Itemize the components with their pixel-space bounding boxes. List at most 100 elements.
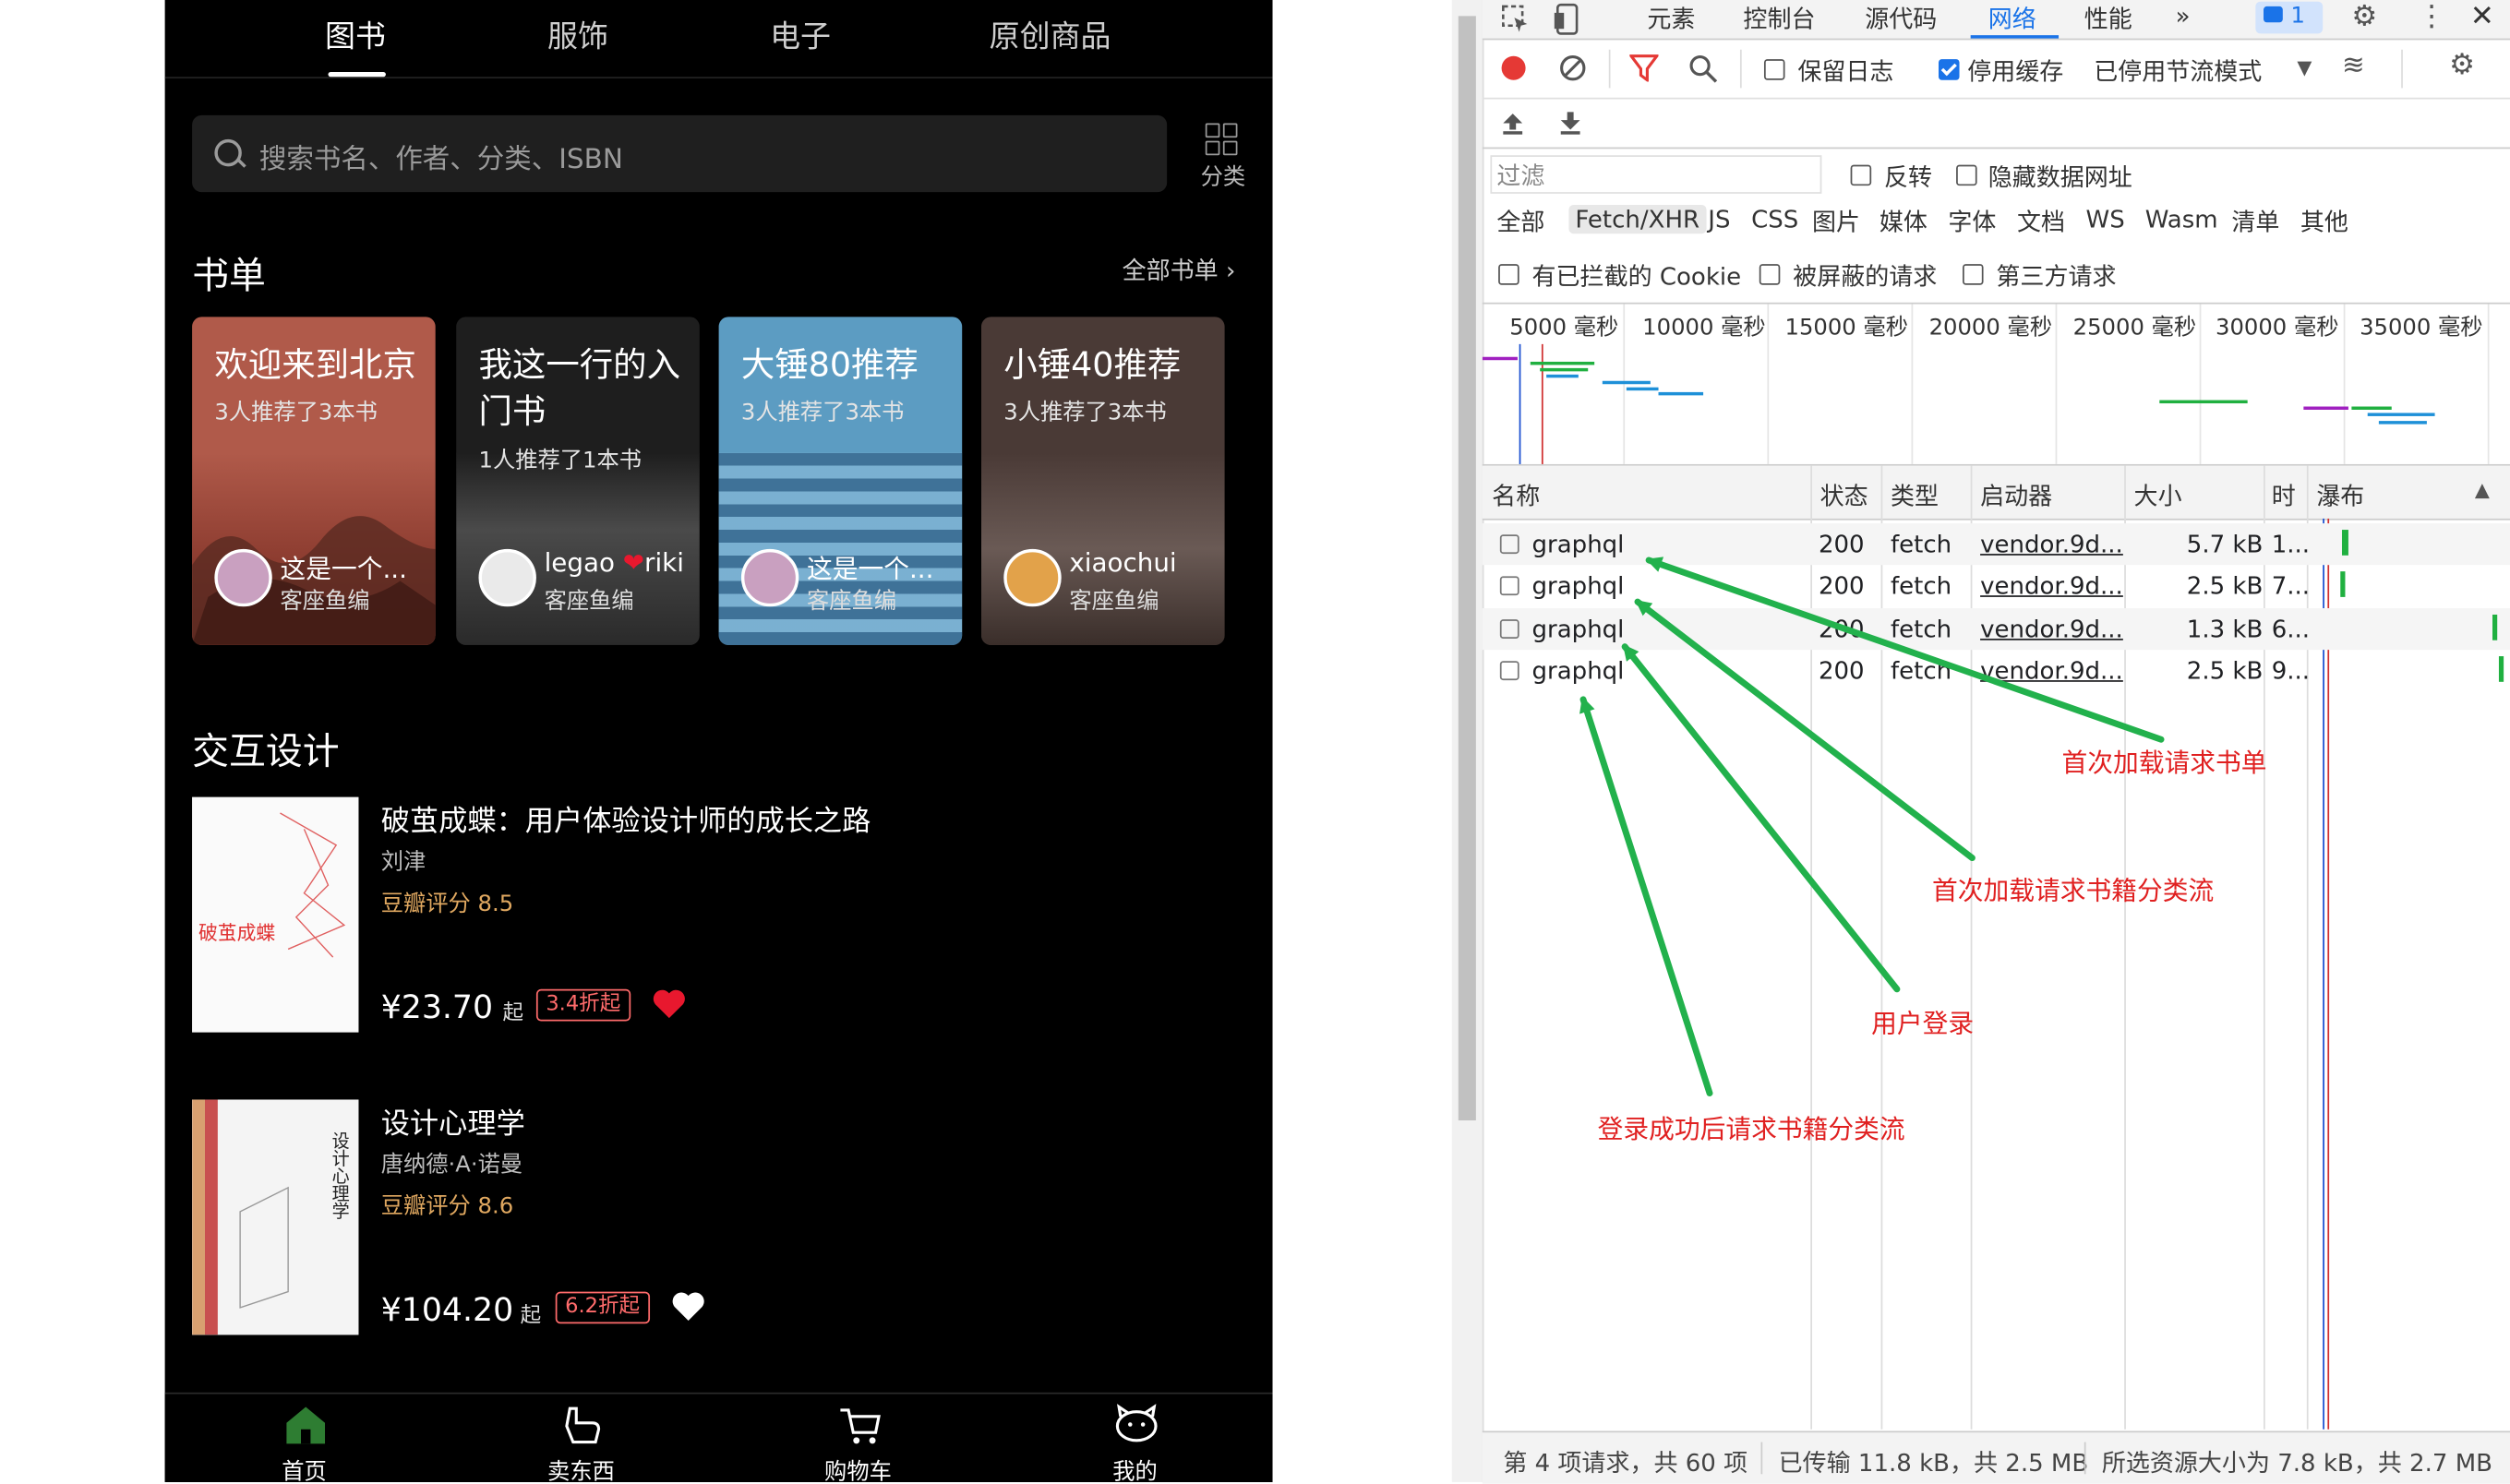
booklist-card[interactable]: 大锤80推荐 3人推荐了3本书 这是一个... 客座鱼编 — [718, 317, 963, 645]
message-icon — [2264, 6, 2283, 23]
search-input[interactable]: 搜索书名、作者、分类、ISBN — [192, 114, 1168, 193]
book-rating: 豆瓣评分 8.5 — [380, 892, 514, 917]
filter-icon[interactable] — [1629, 54, 1659, 82]
chevron-down-icon[interactable]: ▼ — [2297, 56, 2312, 78]
search-icon[interactable] — [1688, 54, 1718, 83]
category-grid-icon[interactable] — [1205, 123, 1238, 156]
type-font[interactable]: 字体 — [1948, 205, 1996, 238]
col-type[interactable]: 类型 — [1891, 479, 1939, 512]
col-time[interactable]: 时 — [2272, 479, 2296, 512]
col-name[interactable]: 名称 — [1492, 479, 1540, 512]
tab-elements[interactable]: 元素 — [1647, 2, 1695, 35]
booklist-card[interactable]: 我这一行的入门书 1人推荐了1本书 legao ❤riki 客座鱼编 — [456, 317, 700, 645]
tab-original[interactable]: 原创商品 — [990, 13, 1111, 56]
timeline-tick: 20000 毫秒 — [1928, 315, 2053, 341]
throttling-select[interactable]: 已停用节流模式 — [2094, 54, 2262, 88]
type-wasm[interactable]: Wasm — [2145, 205, 2218, 233]
type-doc[interactable]: 文档 — [2017, 205, 2065, 238]
page-scrollbar[interactable] — [1451, 0, 1484, 1482]
book-title[interactable]: 设计心理学 — [381, 1101, 525, 1143]
type-js[interactable]: JS — [1708, 205, 1730, 233]
table-row[interactable]: graphql 200 fetch vendor.9d... 1.3 kB 6.… — [1482, 608, 2510, 651]
card-subtitle: 1人推荐了1本书 — [478, 448, 643, 474]
card-role: 客座鱼编 — [544, 589, 634, 615]
network-settings-gear-icon[interactable]: ⚙ — [2449, 48, 2475, 81]
timeline-tick: 5000 毫秒 — [1509, 315, 1619, 341]
book-cover[interactable]: 设计心理学 — [192, 1099, 359, 1335]
nav-sell[interactable]: 卖东西 — [517, 1394, 645, 1482]
network-toolbar: 保留日志 停用缓存 已停用节流模式 ▼ ≋ ⚙ — [1482, 40, 2510, 100]
timeline-overview[interactable]: 5000 毫秒 10000 毫秒 15000 毫秒 20000 毫秒 25000… — [1482, 304, 2510, 466]
table-row[interactable]: graphql 200 fetch vendor.9d... 2.5 kB 9.… — [1483, 650, 2510, 691]
tab-network[interactable]: 网络 — [1988, 2, 2036, 35]
network-conditions-icon[interactable]: ≋ — [2342, 50, 2365, 82]
filter-input[interactable]: 过滤 — [1490, 155, 1822, 194]
all-booklists-link[interactable]: 全部书单 › — [1123, 253, 1236, 286]
type-fetch-xhr[interactable]: Fetch/XHR — [1568, 204, 1707, 234]
booklist-card[interactable]: 小锤40推荐 3人推荐了3本书 xiaochui 客座鱼编 — [981, 317, 1225, 645]
type-ws[interactable]: WS — [2086, 205, 2125, 233]
more-tabs-button[interactable]: » — [2176, 2, 2191, 30]
record-icon[interactable] — [1501, 55, 1526, 80]
import-export-toolbar — [1482, 100, 2510, 150]
col-size[interactable]: 大小 — [2134, 479, 2182, 512]
timeline-tick: 10000 毫秒 — [1642, 315, 1766, 341]
disable-cache-checkbox[interactable] — [1938, 59, 1960, 80]
type-media[interactable]: 媒体 — [1879, 205, 1928, 238]
nav-home[interactable]: 首页 — [240, 1394, 368, 1482]
tab-clothing[interactable]: 服饰 — [547, 13, 608, 56]
type-all[interactable]: 全部 — [1496, 205, 1544, 238]
import-har-icon[interactable] — [1500, 111, 1526, 137]
nav-label: 购物车 — [824, 1459, 892, 1482]
blocked-cookies-checkbox[interactable] — [1498, 264, 1519, 285]
book-price: ¥23.70 — [380, 987, 494, 1026]
kebab-menu-icon[interactable]: ⋮ — [2417, 0, 2445, 33]
card-role: 客座鱼编 — [280, 589, 370, 615]
gear-icon[interactable]: ⚙ — [2351, 0, 2377, 33]
type-manifest[interactable]: 清单 — [2231, 205, 2279, 238]
col-initiator[interactable]: 启动器 — [1980, 479, 2052, 512]
tab-performance[interactable]: 性能 — [2084, 2, 2132, 35]
heart-filled-icon[interactable] — [652, 987, 687, 1020]
invert-checkbox[interactable] — [1850, 164, 1872, 186]
book-cover[interactable]: 破茧成蝶 — [192, 796, 359, 1033]
inspect-element-icon[interactable] — [1502, 5, 1531, 33]
close-icon[interactable]: ✕ — [2470, 0, 2494, 33]
col-status[interactable]: 状态 — [1820, 479, 1868, 512]
type-css[interactable]: CSS — [1751, 205, 1798, 233]
book-title[interactable]: 破茧成蝶：用户体验设计师的成长之路 — [381, 798, 871, 840]
price-from-label: 起 — [520, 1304, 542, 1329]
tab-books[interactable]: 图书 — [325, 13, 386, 56]
col-waterfall[interactable]: 瀑布 — [2316, 479, 2364, 512]
third-party-checkbox[interactable] — [1963, 264, 1984, 285]
card-title: 小锤40推荐 — [1003, 345, 1182, 385]
table-row[interactable]: graphql 200 fetch vendor.9d... 5.7 kB 1.… — [1482, 523, 2510, 566]
table-row[interactable]: graphql 200 fetch vendor.9d... 2.5 kB 7.… — [1483, 565, 2510, 606]
tab-console[interactable]: 控制台 — [1743, 2, 1815, 35]
active-tab-indicator — [328, 72, 386, 78]
timeline-tick: 30000 毫秒 — [2215, 315, 2339, 341]
issues-badge[interactable]: 1 — [2255, 1, 2324, 34]
nav-cart[interactable]: 购物车 — [794, 1394, 922, 1482]
type-other[interactable]: 其他 — [2300, 205, 2348, 238]
card-title: 我这一行的入门书 — [478, 345, 680, 431]
booklist-card[interactable]: 欢迎来到北京 3人推荐了3本书 这是一个... 客座鱼编 — [192, 317, 436, 645]
nav-profile[interactable]: 我的 — [1071, 1394, 1199, 1482]
category-label[interactable]: 分类 — [1201, 160, 1246, 192]
type-img[interactable]: 图片 — [1812, 205, 1860, 238]
tab-electronics[interactable]: 电子 — [770, 13, 831, 56]
device-toolbar-icon[interactable] — [1553, 3, 1581, 35]
preserve-log-checkbox[interactable] — [1763, 59, 1785, 80]
card-role: 客座鱼编 — [806, 589, 897, 615]
request-count: 第 4 项请求，共 60 项 — [1503, 1448, 1748, 1478]
clear-icon[interactable] — [1559, 54, 1586, 81]
heart-outline-icon[interactable] — [671, 1290, 706, 1322]
tab-sources[interactable]: 源代码 — [1865, 2, 1937, 35]
preserve-log-label: 保留日志 — [1797, 57, 1894, 87]
export-har-icon[interactable] — [1557, 111, 1583, 137]
blocked-requests-checkbox[interactable] — [1759, 264, 1781, 285]
sort-asc-icon[interactable]: ▲ — [2475, 479, 2490, 501]
cover-title: 设计心理学 — [330, 1131, 350, 1220]
avatar — [214, 548, 272, 607]
hide-data-urls-checkbox[interactable] — [1956, 164, 1977, 186]
